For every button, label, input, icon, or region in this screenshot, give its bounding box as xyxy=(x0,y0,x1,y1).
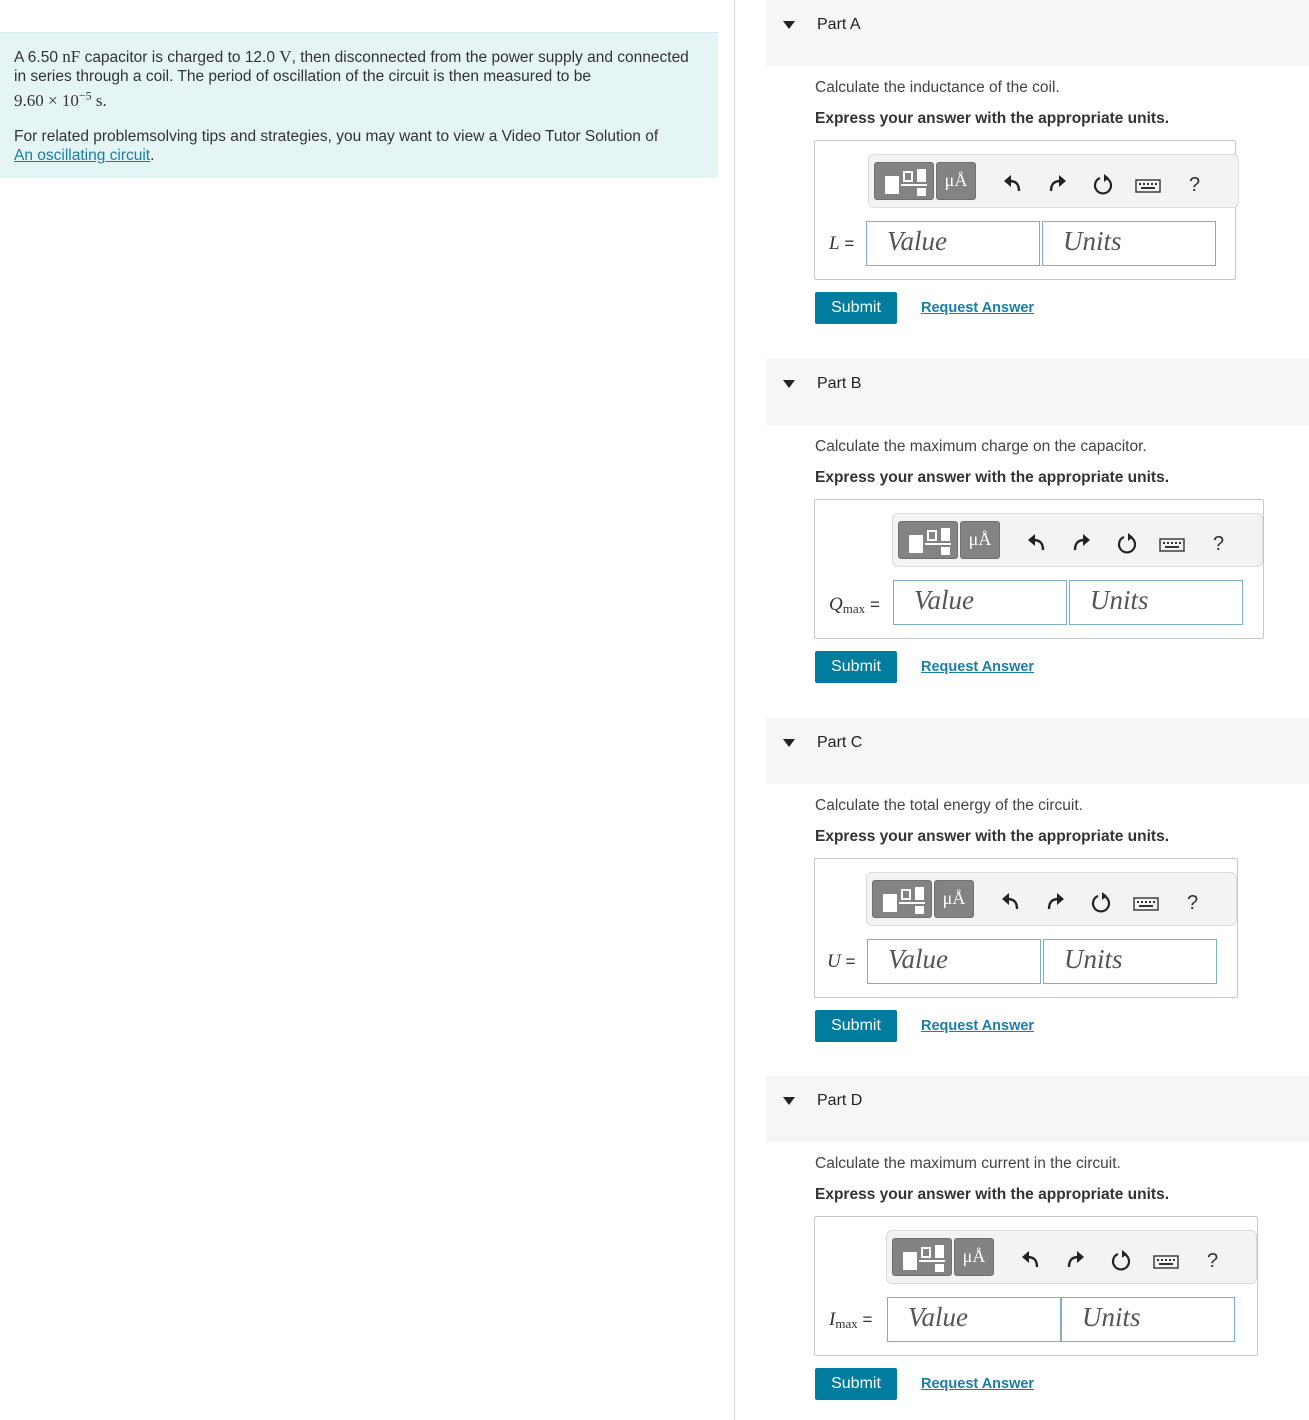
keyboard-icon[interactable] xyxy=(1133,893,1159,915)
tips-text: For related problemsolving tips and stra… xyxy=(14,127,659,164)
request-answer-link[interactable]: Request Answer xyxy=(921,1018,1034,1034)
reset-icon[interactable] xyxy=(1090,891,1112,913)
redo-icon[interactable] xyxy=(1064,1249,1086,1271)
part-header[interactable]: Part B xyxy=(766,359,1309,425)
math-toolbar: μÅ ? xyxy=(886,1230,1257,1284)
answer-box: μÅ ? xyxy=(814,1216,1258,1356)
problem-text: A 6.50 nF capacitor is charged to 12.0 V… xyxy=(14,47,689,110)
part-question: Calculate the total energy of the circui… xyxy=(815,797,1083,814)
part-instruction: Express your answer with the appropriate… xyxy=(815,1186,1170,1203)
value-input[interactable]: Value xyxy=(893,580,1067,625)
undo-icon[interactable] xyxy=(1002,173,1024,195)
units-icon[interactable]: μÅ xyxy=(960,521,1000,559)
templates-icon[interactable] xyxy=(898,521,958,559)
part-header[interactable]: Part C xyxy=(766,718,1309,784)
help-icon[interactable]: ? xyxy=(1187,892,1198,915)
value-input[interactable]: Value xyxy=(887,1297,1061,1342)
undo-icon[interactable] xyxy=(1000,891,1022,913)
part-instruction: Express your answer with the appropriate… xyxy=(815,110,1170,127)
help-icon[interactable]: ? xyxy=(1213,533,1224,556)
undo-icon[interactable] xyxy=(1026,532,1048,554)
part-instruction: Express your answer with the appropriate… xyxy=(815,828,1170,845)
keyboard-icon[interactable] xyxy=(1153,1251,1179,1273)
submit-button[interactable]: Submit xyxy=(815,1368,897,1400)
column-divider xyxy=(734,0,735,1420)
request-answer-link[interactable]: Request Answer xyxy=(921,300,1034,316)
math-toolbar: μÅ ? xyxy=(892,513,1263,567)
part-title: Part D xyxy=(817,1092,863,1109)
help-icon[interactable]: ? xyxy=(1189,174,1200,197)
variable-label: U = xyxy=(827,951,856,972)
video-tutor-link[interactable]: An oscillating circuit xyxy=(14,147,150,164)
templates-icon[interactable] xyxy=(874,162,934,200)
part-question: Calculate the maximum current in the cir… xyxy=(815,1155,1121,1172)
request-answer-link[interactable]: Request Answer xyxy=(921,659,1034,675)
part-title: Part A xyxy=(817,16,861,33)
answer-box: μÅ ? xyxy=(814,858,1238,998)
units-icon[interactable]: μÅ xyxy=(936,162,976,200)
collapse-triangle-icon[interactable] xyxy=(783,21,795,29)
reset-icon[interactable] xyxy=(1092,173,1114,195)
value-input[interactable]: Value xyxy=(866,221,1040,266)
reset-icon[interactable] xyxy=(1116,532,1138,554)
answer-box: μÅ ? xyxy=(814,499,1264,639)
value-input[interactable]: Value xyxy=(867,939,1041,984)
redo-icon[interactable] xyxy=(1070,532,1092,554)
variable-label: L = xyxy=(829,233,855,254)
keyboard-icon[interactable] xyxy=(1135,175,1161,197)
keyboard-icon[interactable] xyxy=(1159,534,1185,556)
templates-icon[interactable] xyxy=(872,880,932,918)
redo-icon[interactable] xyxy=(1044,891,1066,913)
collapse-triangle-icon[interactable] xyxy=(783,380,795,388)
units-input[interactable]: Units xyxy=(1069,580,1243,625)
redo-icon[interactable] xyxy=(1046,173,1068,195)
part-title: Part C xyxy=(817,734,863,751)
reset-icon[interactable] xyxy=(1110,1249,1132,1271)
collapse-triangle-icon[interactable] xyxy=(783,739,795,747)
math-toolbar: μÅ ? xyxy=(866,872,1237,926)
part-instruction: Express your answer with the appropriate… xyxy=(815,469,1170,486)
submit-button[interactable]: Submit xyxy=(815,292,897,324)
submit-button[interactable]: Submit xyxy=(815,1010,897,1042)
part-header[interactable]: Part A xyxy=(766,0,1309,66)
part-question: Calculate the maximum charge on the capa… xyxy=(815,438,1147,455)
variable-label: Imax = xyxy=(829,1309,873,1331)
request-answer-link[interactable]: Request Answer xyxy=(921,1376,1034,1392)
undo-icon[interactable] xyxy=(1020,1249,1042,1271)
units-input[interactable]: Units xyxy=(1043,939,1217,984)
part-title: Part B xyxy=(817,375,862,392)
collapse-triangle-icon[interactable] xyxy=(783,1097,795,1105)
math-toolbar: μÅ ? xyxy=(868,154,1239,208)
problem-statement: A 6.50 nF capacitor is charged to 12.0 V… xyxy=(0,32,718,178)
part-question: Calculate the inductance of the coil. xyxy=(815,79,1060,96)
submit-button[interactable]: Submit xyxy=(815,651,897,683)
period-value: 9.60 × 10−5 s. xyxy=(14,88,107,110)
answer-box: μÅ ? xyxy=(814,140,1239,280)
templates-icon[interactable] xyxy=(892,1238,952,1276)
part-header[interactable]: Part D xyxy=(766,1076,1309,1142)
units-input[interactable]: Units xyxy=(1061,1297,1235,1342)
units-icon[interactable]: μÅ xyxy=(934,880,974,918)
units-input[interactable]: Units xyxy=(1042,221,1216,266)
units-icon[interactable]: μÅ xyxy=(954,1238,994,1276)
help-icon[interactable]: ? xyxy=(1207,1250,1218,1273)
variable-label: Qmax = xyxy=(829,594,880,616)
